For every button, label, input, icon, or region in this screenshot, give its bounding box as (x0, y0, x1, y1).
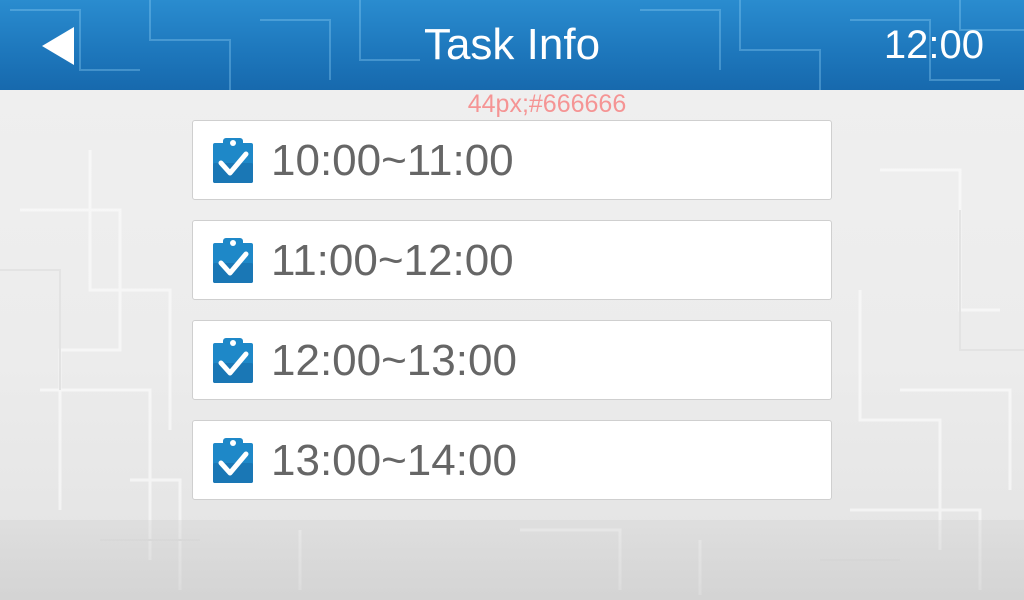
task-item[interactable]: 12:00~13:00 (192, 320, 832, 400)
task-time-label: 11:00~12:00 (271, 236, 514, 285)
task-time-label: 13:00~14:00 (271, 436, 517, 485)
clipboard-check-icon (211, 135, 255, 185)
task-time-label: 12:00~13:00 (271, 336, 517, 385)
clipboard-check-icon (211, 335, 255, 385)
page-title: Task Info (423, 20, 601, 69)
back-arrow-icon (42, 27, 74, 65)
spec-annotation: 44px;#666666 (467, 90, 627, 118)
bottom-band (0, 520, 1024, 600)
task-list: 10:00~11:00 11:00~12:00 12:00~13:00 13:0… (192, 120, 832, 520)
clock-time: 12:00 (883, 23, 984, 67)
back-button[interactable] (36, 22, 84, 70)
task-item[interactable]: 11:00~12:00 (192, 220, 832, 300)
task-time-label: 10:00~11:00 (271, 136, 514, 185)
task-item[interactable]: 10:00~11:00 (192, 120, 832, 200)
header-bar: Task Info 12:00 (0, 0, 1024, 90)
clipboard-check-icon (211, 235, 255, 285)
task-item[interactable]: 13:00~14:00 (192, 420, 832, 500)
clipboard-check-icon (211, 435, 255, 485)
